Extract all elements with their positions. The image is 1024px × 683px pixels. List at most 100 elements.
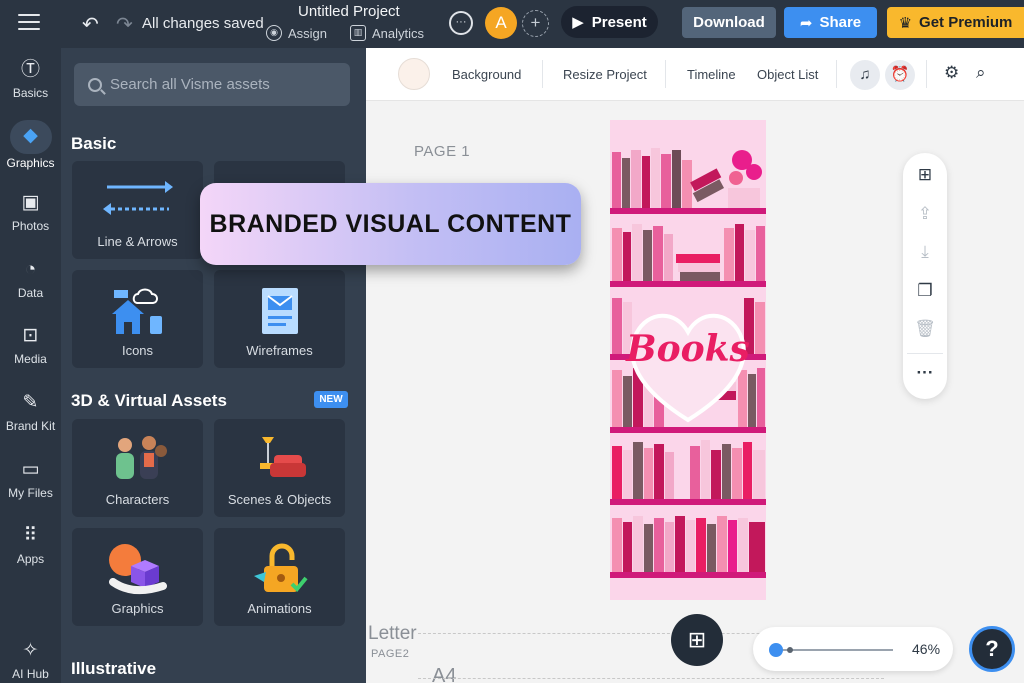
banner-text: BRANDED VISUAL CONTENT <box>209 209 572 238</box>
zoom-level[interactable]: 46% <box>912 641 940 657</box>
tile-wireframes[interactable]: Wireframes <box>214 270 345 368</box>
toolbar-divider <box>542 60 543 88</box>
brand-kit-icon: ✎ <box>22 392 39 413</box>
tile-label: Graphics <box>111 601 164 616</box>
present-button[interactable]: ▶ Present <box>561 6 658 38</box>
text-icon: Ⓣ <box>20 59 40 80</box>
music-icon[interactable]: ♫ <box>850 60 880 90</box>
rail-label: Basics <box>12 86 49 100</box>
section-title-illustrative: Illustrative <box>71 659 157 678</box>
background-button[interactable]: Background <box>452 67 521 82</box>
share-label: Share <box>819 14 862 31</box>
rail-label: Graphics <box>6 156 55 170</box>
resize-project-button[interactable]: Resize Project <box>563 67 647 82</box>
section-title-3d: 3D & Virtual Assets <box>71 391 227 410</box>
line-arrows-icon <box>102 181 173 215</box>
download-button[interactable]: Download <box>682 7 776 38</box>
zoom-search-icon[interactable]: ⌕ <box>976 63 986 83</box>
bookshelf-design[interactable]: Books <box>610 120 766 600</box>
alarm-clock-icon[interactable]: ⏰ <box>885 60 915 90</box>
rail-label: AI Hub <box>12 667 49 681</box>
share-arrow-icon: ➦ <box>799 14 813 32</box>
help-button[interactable]: ? <box>969 626 1015 672</box>
design-title-text: Books <box>626 328 750 370</box>
branded-content-banner: BRANDED VISUAL CONTENT <box>200 183 581 265</box>
zoom-slider-handle[interactable] <box>769 643 783 657</box>
characters-icon <box>115 436 167 479</box>
tile-graphics[interactable]: Graphics <box>72 528 203 626</box>
assign-icon: ◉ <box>266 25 282 41</box>
house-cloud-icon <box>111 288 162 334</box>
tile-scenes-objects[interactable]: Scenes & Objects <box>214 419 345 517</box>
move-up-icon[interactable]: ⇪ <box>903 204 947 224</box>
assets-panel: Search all Visme assets Basic Line & Arr… <box>61 48 366 683</box>
add-collaborator-icon[interactable]: + <box>522 10 549 37</box>
top-bar: ↶ ↷ All changes saved Untitled Project ◉… <box>0 0 1024 48</box>
comments-icon[interactable]: ··· <box>449 11 473 35</box>
tile-icons[interactable]: Icons <box>72 270 203 368</box>
rail-label: Apps <box>16 552 45 566</box>
share-button[interactable]: ➦ Share <box>784 7 877 38</box>
pie-chart-icon: ◔ <box>24 259 37 280</box>
apps-grid-icon: ⠿ <box>23 525 38 546</box>
page-2-label: PAGE2 <box>371 648 410 660</box>
duplicate-icon[interactable]: ❐ <box>903 281 947 301</box>
search-placeholder: Search all Visme assets <box>110 76 270 93</box>
analytics-icon: ▥ <box>350 25 366 41</box>
object-list-button[interactable]: Object List <box>757 67 818 82</box>
toolbar-divider <box>836 60 837 88</box>
tools-divider <box>907 353 943 354</box>
page-1-label: PAGE 1 <box>414 143 471 160</box>
avatar[interactable]: A <box>485 7 517 39</box>
more-options-icon[interactable]: ··· <box>903 363 947 383</box>
get-premium-button[interactable]: ♛ Get Premium <box>887 7 1024 38</box>
page-tools-panel: ⊞ ⇪ ⤓ ❐ 🗑 ··· <box>903 153 947 399</box>
background-color-swatch[interactable] <box>398 58 430 90</box>
page-size-letter: Letter <box>368 623 417 644</box>
rail-item-basics[interactable]: Ⓣ Basics <box>0 58 61 100</box>
analytics-button[interactable]: ▥ Analytics <box>350 25 424 41</box>
present-label: Present <box>591 13 647 31</box>
shapes-icon: ◆ <box>23 125 38 146</box>
premium-label: Get Premium <box>919 14 1013 31</box>
add-page-icon[interactable]: ⊞ <box>903 165 947 185</box>
wireframe-icon <box>261 288 298 334</box>
rail-item-data[interactable]: ◔ Data <box>0 258 61 300</box>
tile-label: Characters <box>105 492 170 507</box>
rail-item-graphics[interactable]: ◆ Graphics <box>0 120 61 170</box>
rail-item-media[interactable]: ⊡ Media <box>0 324 61 366</box>
tile-label: Wireframes <box>246 343 313 358</box>
search-input[interactable]: Search all Visme assets <box>74 63 350 106</box>
video-icon: ⊡ <box>22 325 39 346</box>
rail-label: My Files <box>8 486 53 500</box>
rail-item-ai-hub[interactable]: ✧ AI Hub <box>0 639 61 681</box>
rail-item-apps[interactable]: ⠿ Apps <box>0 524 61 566</box>
play-icon: ▶ <box>572 14 584 31</box>
add-new-page-button[interactable]: ⊞ <box>671 614 723 666</box>
section-title-basic: Basic <box>71 134 117 153</box>
timeline-button[interactable]: Timeline <box>687 67 736 82</box>
assign-button[interactable]: ◉ Assign <box>266 25 327 41</box>
hamburger-menu-icon[interactable] <box>18 14 40 32</box>
undo-icon[interactable]: ↶ <box>82 12 99 37</box>
tile-characters[interactable]: Characters <box>72 419 203 517</box>
zoom-slider-marker <box>787 647 793 653</box>
rail-item-my-files[interactable]: ▭ My Files <box>0 458 61 500</box>
rail-label: Media <box>14 352 47 366</box>
rail-item-photos[interactable]: ▣ Photos <box>0 191 61 233</box>
rail-label: Photos <box>11 219 50 233</box>
redo-icon[interactable]: ↷ <box>116 12 133 37</box>
rail-item-brand-kit[interactable]: ✎ Brand Kit <box>0 391 61 433</box>
folder-icon: ▭ <box>21 459 40 480</box>
settings-gear-icon[interactable]: ⚙ <box>944 63 959 83</box>
tile-label: Line & Arrows <box>97 234 178 249</box>
project-title[interactable]: Untitled Project <box>298 3 400 20</box>
tile-line-arrows[interactable]: Line & Arrows <box>72 161 203 259</box>
page-divider <box>418 678 884 679</box>
move-down-icon[interactable]: ⤓ <box>903 242 947 262</box>
scenes-objects-icon <box>259 437 306 477</box>
page-size-a4: A4 <box>432 665 457 683</box>
save-status: All changes saved <box>142 15 264 32</box>
tile-animations[interactable]: Animations <box>214 528 345 626</box>
trash-icon[interactable]: 🗑 <box>903 319 947 339</box>
